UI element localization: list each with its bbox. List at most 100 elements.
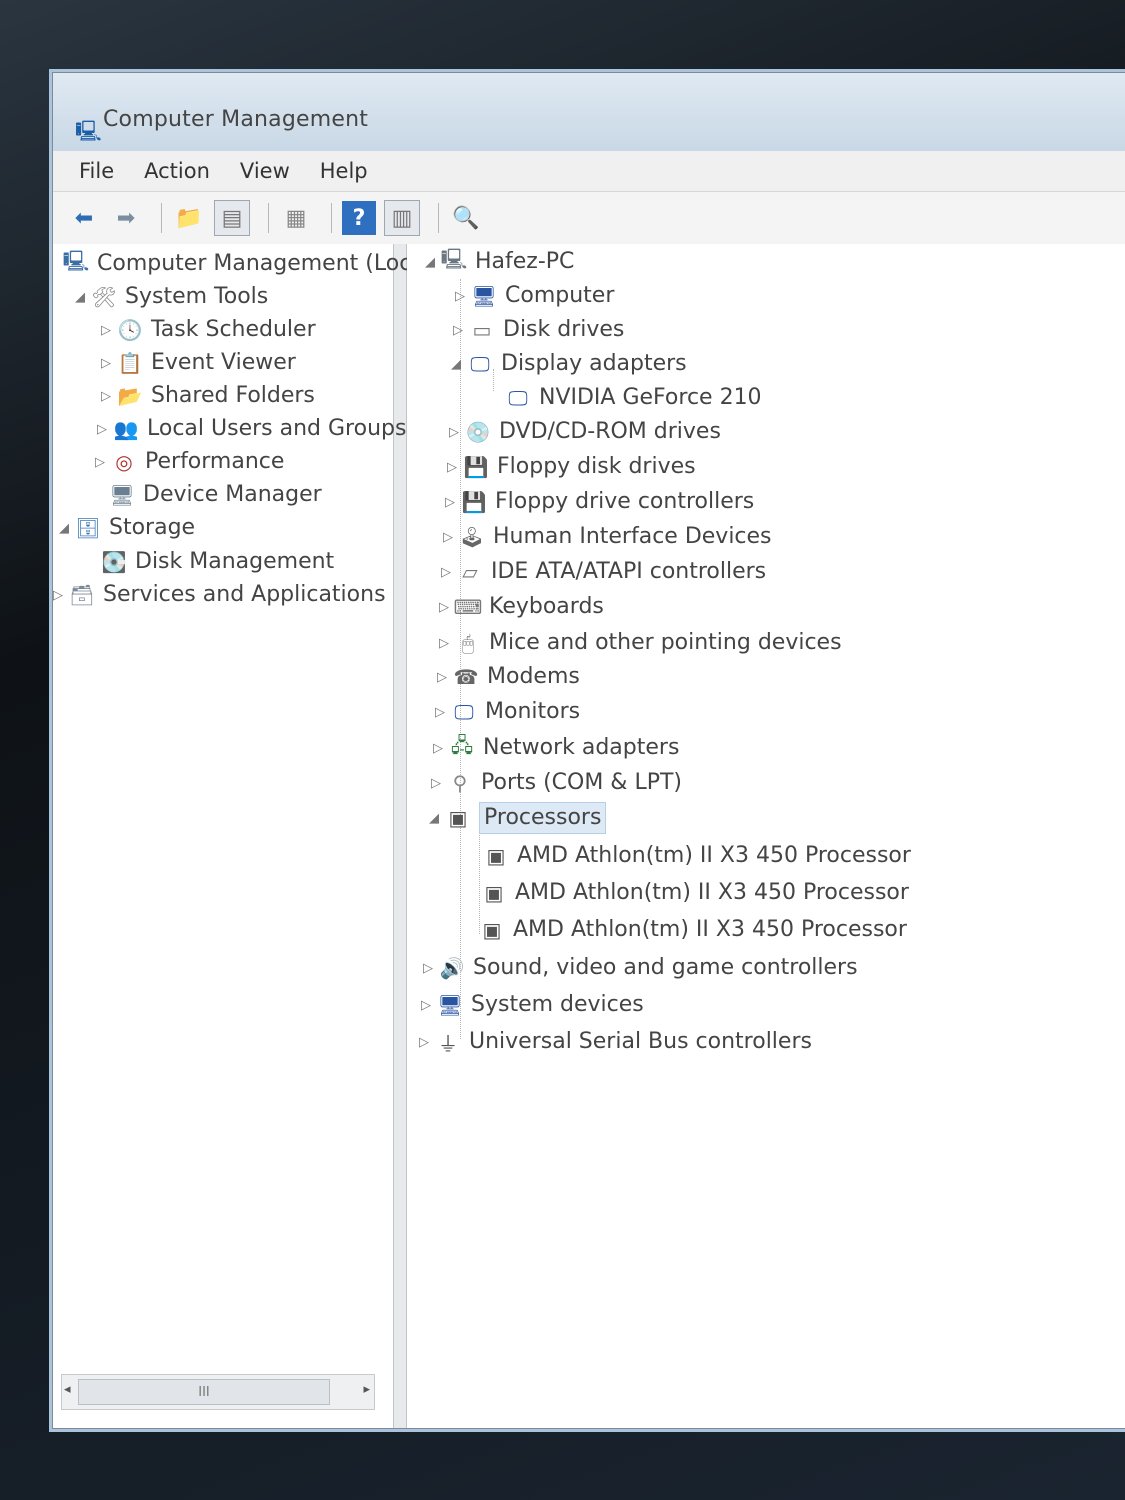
- device-row-floppy-drive-controllers[interactable]: ▷ 💾 Floppy drive controllers: [441, 486, 754, 518]
- device-label: Floppy drive controllers: [495, 489, 755, 514]
- computer-management-icon: 🖳: [62, 249, 90, 273]
- device-label: AMD Athlon(tm) II X3 450 Processor: [513, 917, 907, 942]
- processor-icon: ▣: [448, 806, 468, 830]
- collapse-arrow-icon[interactable]: ◢: [425, 811, 443, 826]
- device-row-network-adapters[interactable]: ▷ 🖧 Network adapters: [429, 732, 679, 764]
- expand-arrow-icon[interactable]: ▷: [417, 998, 435, 1013]
- scroll-right-icon[interactable]: ▸: [363, 1382, 370, 1397]
- device-row-sound-video-game[interactable]: ▷ 🔊 Sound, video and game controllers: [419, 952, 858, 984]
- device-row-dvd-cd-rom[interactable]: ▷ 💿 DVD/CD-ROM drives: [445, 416, 721, 448]
- device-row-hafez-pc[interactable]: ◢ 🖳 Hafez-PC: [421, 246, 574, 278]
- collapse-arrow-icon[interactable]: ◢: [421, 255, 439, 270]
- scrollbar-grip: III: [198, 1384, 210, 1400]
- device-row-nvidia-geforce-210[interactable]: 🖵 NVIDIA GeForce 210: [503, 382, 762, 414]
- console-tree-pane: 🖳 Computer Management (Local ◢ 🛠 System …: [53, 244, 431, 1428]
- expand-arrow-icon[interactable]: ▷: [429, 741, 447, 756]
- device-row-modems[interactable]: ▷ ☎ Modems: [433, 661, 580, 693]
- expand-arrow-icon[interactable]: ▷: [435, 636, 453, 651]
- expand-arrow-icon[interactable]: ▷: [49, 588, 67, 603]
- expand-arrow-icon[interactable]: ▷: [91, 455, 109, 470]
- expand-arrow-icon[interactable]: ▷: [97, 323, 115, 338]
- device-row-processor-3[interactable]: ▣ AMD Athlon(tm) II X3 450 Processor: [477, 914, 907, 946]
- expand-arrow-icon[interactable]: ▷: [439, 530, 457, 545]
- forward-arrow-icon[interactable]: ➡: [109, 201, 143, 235]
- properties-icon[interactable]: ▦: [279, 201, 313, 235]
- expand-arrow-icon[interactable]: ▷: [445, 425, 463, 440]
- device-row-disk-drives[interactable]: ▷ ▭ Disk drives: [449, 314, 624, 346]
- device-label: AMD Athlon(tm) II X3 450 Processor: [517, 843, 911, 868]
- help-icon[interactable]: ?: [342, 201, 376, 235]
- device-label: Modems: [487, 664, 580, 689]
- expand-arrow-icon[interactable]: ▷: [435, 600, 453, 615]
- clock-icon: 🕓: [117, 318, 143, 342]
- device-row-ide-ata-atapi[interactable]: ▷ ▱ IDE ATA/ATAPI controllers: [437, 556, 766, 588]
- device-row-floppy-disk-drives[interactable]: ▷ 💾 Floppy disk drives: [443, 451, 696, 483]
- tree-item-services-applications[interactable]: ▷ 🗃 Services and Applications: [49, 579, 386, 611]
- tree-item-label: Local Users and Groups: [147, 416, 407, 441]
- expand-arrow-icon[interactable]: ▷: [97, 389, 115, 404]
- scroll-left-icon[interactable]: ◂: [64, 1382, 71, 1397]
- menu-action[interactable]: Action: [144, 159, 210, 183]
- device-row-processors[interactable]: ◢ ▣ Processors: [425, 802, 607, 834]
- up-folder-icon[interactable]: 📁: [172, 201, 206, 235]
- menu-file[interactable]: File: [79, 159, 114, 183]
- expand-arrow-icon[interactable]: ▷: [433, 670, 451, 685]
- tree-item-computer-management[interactable]: 🖳 Computer Management (Local: [61, 248, 431, 280]
- tree-item-label: Services and Applications: [103, 582, 386, 607]
- show-hide-tree-icon[interactable]: ▤: [214, 200, 250, 236]
- device-scan-icon[interactable]: 🔍: [449, 201, 483, 235]
- tree-item-system-tools[interactable]: ◢ 🛠 System Tools: [71, 281, 268, 313]
- collapse-arrow-icon[interactable]: ◢: [55, 521, 73, 536]
- device-row-mice-pointing-devices[interactable]: ▷ 🖱 Mice and other pointing devices: [435, 627, 842, 659]
- expand-arrow-icon[interactable]: ▷: [441, 495, 459, 510]
- tree-item-device-manager[interactable]: 🖥 Device Manager: [107, 479, 321, 511]
- device-label: Human Interface Devices: [493, 524, 772, 549]
- device-label: AMD Athlon(tm) II X3 450 Processor: [515, 880, 909, 905]
- horizontal-scrollbar[interactable]: ◂ III ▸: [61, 1374, 375, 1410]
- device-row-usb-controllers[interactable]: ▷ ⏚ Universal Serial Bus controllers: [415, 1026, 812, 1058]
- display-adapter-icon: 🖵: [508, 386, 528, 410]
- expand-arrow-icon[interactable]: ▷: [419, 961, 437, 976]
- expand-arrow-icon[interactable]: ▷: [443, 460, 461, 475]
- monitor-icon: 🖵: [454, 700, 474, 724]
- device-row-processor-2[interactable]: ▣ AMD Athlon(tm) II X3 450 Processor: [479, 877, 909, 909]
- device-row-computer[interactable]: ▷ 🖥 Computer: [451, 280, 614, 312]
- expand-arrow-icon[interactable]: ▷: [93, 422, 111, 437]
- performance-icon: ◎: [115, 450, 133, 474]
- tree-item-storage[interactable]: ◢ 🗄 Storage: [55, 512, 195, 544]
- processor-icon: ▣: [482, 918, 502, 942]
- expand-arrow-icon[interactable]: ▷: [451, 289, 469, 304]
- device-row-monitors[interactable]: ▷ 🖵 Monitors: [431, 696, 580, 728]
- collapse-arrow-icon[interactable]: ◢: [447, 357, 465, 372]
- back-arrow-icon[interactable]: ⬅: [67, 201, 101, 235]
- scrollbar-thumb[interactable]: III: [78, 1379, 330, 1405]
- expand-arrow-icon[interactable]: ▷: [437, 565, 455, 580]
- floppy-icon: 💾: [463, 455, 489, 479]
- device-row-display-adapters[interactable]: ◢ 🖵 Display adapters: [447, 348, 687, 380]
- expand-arrow-icon[interactable]: ▷: [415, 1035, 433, 1050]
- port-icon: ⚲: [452, 771, 468, 795]
- tree-item-shared-folders[interactable]: ▷ 📂 Shared Folders: [97, 380, 315, 412]
- tree-item-local-users-groups[interactable]: ▷ 👥 Local Users and Groups: [93, 413, 406, 445]
- menu-view[interactable]: View: [240, 159, 290, 183]
- expand-arrow-icon[interactable]: ▷: [97, 356, 115, 371]
- expand-arrow-icon[interactable]: ▷: [427, 776, 445, 791]
- tree-item-disk-management[interactable]: 💽 Disk Management: [99, 546, 335, 578]
- expand-arrow-icon[interactable]: ▷: [431, 705, 449, 720]
- device-row-human-interface-devices[interactable]: ▷ 🕹 Human Interface Devices: [439, 521, 772, 553]
- tree-guide-line: [460, 279, 461, 1039]
- menu-help[interactable]: Help: [320, 159, 368, 183]
- tree-item-task-scheduler[interactable]: ▷ 🕓 Task Scheduler: [97, 314, 316, 346]
- device-row-processor-1[interactable]: ▣ AMD Athlon(tm) II X3 450 Processor: [481, 840, 911, 872]
- collapse-arrow-icon[interactable]: ◢: [71, 290, 89, 305]
- tree-item-label: Performance: [145, 449, 285, 474]
- tree-item-event-viewer[interactable]: ▷ 📋 Event Viewer: [97, 347, 296, 379]
- device-label: NVIDIA GeForce 210: [539, 385, 762, 410]
- action-pane-icon[interactable]: ▥: [384, 200, 420, 236]
- device-row-keyboards[interactable]: ▷ ⌨ Keyboards: [435, 591, 604, 623]
- expand-arrow-icon[interactable]: ▷: [449, 323, 467, 338]
- device-row-ports-com-lpt[interactable]: ▷ ⚲ Ports (COM & LPT): [427, 767, 682, 799]
- tree-item-performance[interactable]: ▷ ◎ Performance: [91, 446, 284, 478]
- device-row-system-devices[interactable]: ▷ 🖥 System devices: [417, 989, 644, 1021]
- device-label: Hafez-PC: [475, 249, 575, 274]
